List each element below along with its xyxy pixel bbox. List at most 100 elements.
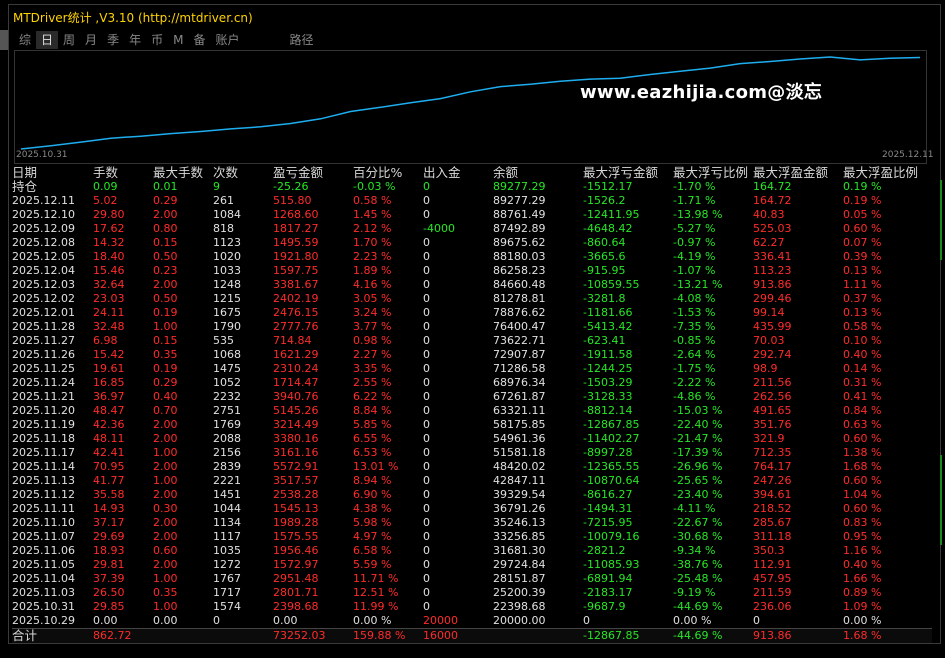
cell-col-4: 2801.71 bbox=[273, 586, 319, 599]
cell-col-9: -44.69 % bbox=[673, 629, 723, 642]
cell-col-3: 1123 bbox=[213, 236, 241, 249]
cell-col-2: 2.00 bbox=[153, 418, 178, 431]
cell-col-6: 0 bbox=[423, 208, 430, 221]
holding-row: 持仓 0.09 0.01 9 -25.26 -0.03 % 0 89277.29 -1512.1… bbox=[12, 180, 932, 194]
cell-col-1: 42.41 bbox=[93, 446, 125, 459]
cell-col-2: 0.15 bbox=[153, 334, 178, 347]
cell-col-0: 2025.11.14 bbox=[12, 460, 75, 473]
cell-col-9: -23.40 % bbox=[673, 488, 723, 501]
cell-col-6: 0 bbox=[423, 488, 430, 501]
tab-0[interactable]: 综 bbox=[14, 31, 36, 49]
cell-col-11: 1.09 % bbox=[843, 600, 882, 613]
cell-col-3: 1117 bbox=[213, 530, 241, 543]
cell-col-6: 0 bbox=[423, 600, 430, 613]
cell-col-8: -10859.55 bbox=[583, 278, 640, 291]
cell-col-7: 39329.54 bbox=[493, 488, 546, 501]
cell-col-10: 457.95 bbox=[753, 572, 792, 585]
cell-col-10: 211.56 bbox=[753, 376, 792, 389]
cell-col-8: -11085.93 bbox=[583, 558, 640, 571]
cell-col-1: 36.97 bbox=[93, 390, 125, 403]
cell-col-0: 2025.11.03 bbox=[12, 586, 75, 599]
cell-col-9: -7.35 % bbox=[673, 320, 716, 333]
cell-col-2: 2.00 bbox=[153, 530, 178, 543]
cell-col-5: 1.45 % bbox=[353, 208, 392, 221]
cell-col-7: 余额 bbox=[493, 165, 519, 180]
table-row: 2025.11.27 6.98 0.15 535 714.84 0.98 % 0 73622.… bbox=[12, 334, 932, 348]
cell-col-1: 23.03 bbox=[93, 292, 125, 305]
cell-col-10: 164.72 bbox=[753, 194, 792, 207]
cell-col-1: 35.58 bbox=[93, 488, 125, 501]
left-scroll-strip[interactable] bbox=[0, 30, 8, 50]
cell-col-7: 20000.00 bbox=[493, 614, 546, 627]
cell-col-7: 68976.34 bbox=[493, 376, 546, 389]
tab-9[interactable]: 账户 bbox=[210, 31, 244, 49]
cell-col-3: 次数 bbox=[213, 165, 239, 180]
cell-col-7: 89675.62 bbox=[493, 236, 546, 249]
cell-col-3: 2156 bbox=[213, 446, 241, 459]
cell-col-8: -1244.25 bbox=[583, 362, 633, 375]
equity-chart-svg bbox=[20, 56, 921, 150]
cell-col-0: 2025.12.08 bbox=[12, 236, 75, 249]
cell-col-1: 0.00 bbox=[93, 614, 118, 627]
cell-col-8: -860.64 bbox=[583, 236, 626, 249]
cell-col-6: 0 bbox=[423, 474, 430, 487]
cell-col-7: 35246.13 bbox=[493, 516, 546, 529]
tab-7[interactable]: M bbox=[168, 31, 188, 49]
tab-4[interactable]: 季 bbox=[102, 31, 124, 49]
tab-6[interactable]: 币 bbox=[146, 31, 168, 49]
cell-col-6: 0 bbox=[423, 516, 430, 529]
cell-col-5: 百分比% bbox=[353, 165, 403, 180]
cell-col-0: 2025.11.10 bbox=[12, 516, 75, 529]
cell-col-5: 0.98 % bbox=[353, 334, 392, 347]
cell-col-11: 0.19 % bbox=[843, 180, 882, 193]
cell-col-7: 54961.36 bbox=[493, 432, 546, 445]
cell-col-8: -1526.2 bbox=[583, 194, 626, 207]
cell-col-11: 0.89 % bbox=[843, 586, 882, 599]
cell-col-0: 2025.11.26 bbox=[12, 348, 75, 361]
cell-col-3: 261 bbox=[213, 194, 234, 207]
cell-col-2: 2.00 bbox=[153, 558, 178, 571]
cell-col-1: 手数 bbox=[93, 165, 119, 180]
cell-col-0: 2025.11.18 bbox=[12, 432, 75, 445]
tab-2[interactable]: 周 bbox=[58, 31, 80, 49]
tab-10[interactable]: 路径 bbox=[285, 31, 319, 49]
cell-col-4: 1495.59 bbox=[273, 236, 319, 249]
tab-5[interactable]: 年 bbox=[124, 31, 146, 49]
tab-3[interactable]: 月 bbox=[80, 31, 102, 49]
cell-col-9: -21.47 % bbox=[673, 432, 723, 445]
cell-col-0: 持仓 bbox=[12, 179, 38, 194]
cell-col-2: 2.00 bbox=[153, 432, 178, 445]
cell-col-6: 0 bbox=[423, 348, 430, 361]
cell-col-7: 33256.85 bbox=[493, 530, 546, 543]
cell-col-11: 0.31 % bbox=[843, 376, 882, 389]
cell-col-10: 218.52 bbox=[753, 502, 792, 515]
cell-col-7: 76400.47 bbox=[493, 320, 546, 333]
cell-col-1: 48.11 bbox=[93, 432, 125, 445]
cell-col-9: -0.85 % bbox=[673, 334, 716, 347]
cell-col-0: 2025.12.03 bbox=[12, 278, 75, 291]
table-row: 2025.12.01 24.11 0.19 1675 2476.15 3.24 % 0 788… bbox=[12, 306, 932, 320]
tab-8[interactable]: 备 bbox=[188, 31, 210, 49]
cell-col-7: 86258.23 bbox=[493, 264, 546, 277]
table-row: 2025.11.04 37.39 1.00 1767 2951.48 11.71 % 0 28… bbox=[12, 572, 932, 586]
cell-col-4: 5572.91 bbox=[273, 460, 319, 473]
table-row: 2025.11.26 15.42 0.35 1068 1621.29 2.27 % 0 729… bbox=[12, 348, 932, 362]
cell-col-8: 0 bbox=[583, 614, 590, 627]
cell-col-5: 0.58 % bbox=[353, 194, 392, 207]
tab-1[interactable]: 日 bbox=[36, 31, 59, 49]
cell-col-0: 2025.11.06 bbox=[12, 544, 75, 557]
cell-col-10: 913.86 bbox=[753, 278, 792, 291]
table-row: 2025.11.25 19.61 0.19 1475 2310.24 3.35 % 0 712… bbox=[12, 362, 932, 376]
table-row: 2025.11.13 41.77 1.00 2221 3517.57 8.94 % 0 428… bbox=[12, 474, 932, 488]
cell-col-5: 3.24 % bbox=[353, 306, 392, 319]
cell-col-9: -38.76 % bbox=[673, 558, 723, 571]
cell-col-6: 0 bbox=[423, 236, 430, 249]
cell-col-7: 84660.48 bbox=[493, 278, 546, 291]
cell-col-2: 0.50 bbox=[153, 250, 178, 263]
table-row: 2025.11.20 48.47 0.70 2751 5145.26 8.84 % 0 633… bbox=[12, 404, 932, 418]
cell-col-0: 2025.11.24 bbox=[12, 376, 75, 389]
cell-col-9: -4.86 % bbox=[673, 390, 716, 403]
cell-col-1: 29.81 bbox=[93, 558, 125, 571]
cell-col-1: 29.80 bbox=[93, 208, 125, 221]
cell-col-11: 1.66 % bbox=[843, 572, 882, 585]
